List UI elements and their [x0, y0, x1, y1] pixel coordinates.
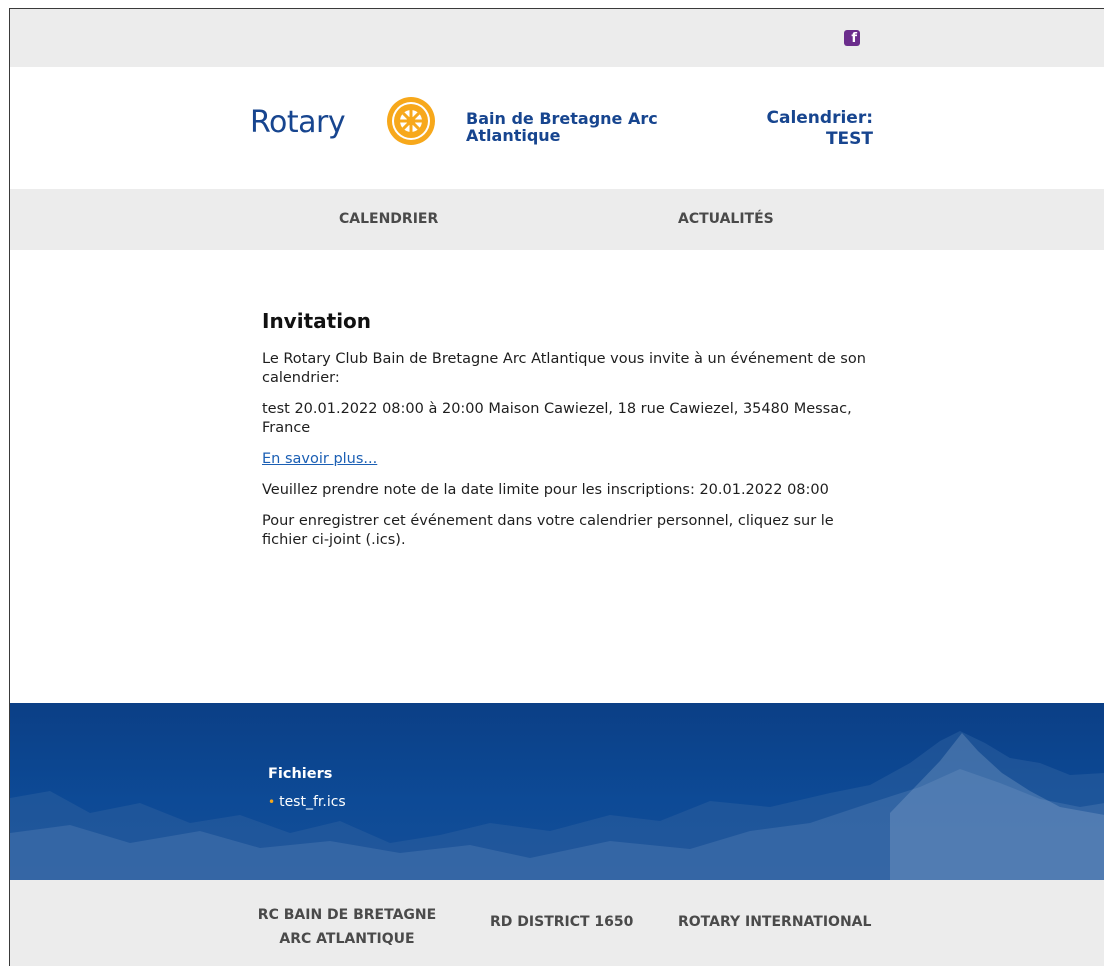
facebook-icon[interactable]: f: [844, 30, 860, 46]
files-heading: Fichiers: [268, 766, 333, 782]
file-name: test_fr.ics: [279, 794, 346, 810]
files-section: Fichiers • test_fr.ics: [10, 703, 1104, 880]
footer-link-club-line2: ARC ATLANTIQUE: [279, 931, 415, 947]
mountain-background: [10, 731, 1104, 880]
more-info-link[interactable]: En savoir plus...: [262, 450, 377, 469]
bullet-icon: •: [268, 795, 276, 809]
ics-note: Pour enregistrer cet événement dans votr…: [262, 513, 834, 548]
invitation-content: Invitation Le Rotary Club Bain de Bretag…: [262, 309, 882, 562]
footer-link-rotary-international[interactable]: ROTARY INTERNATIONAL: [678, 914, 871, 930]
club-name: Bain de Bretagne Arc Atlantique: [466, 109, 658, 145]
file-link[interactable]: • test_fr.ics: [268, 794, 346, 810]
nav-item-actualites[interactable]: ACTUALITÉS: [678, 211, 774, 227]
calendar-label-prefix: Calendrier:: [766, 108, 874, 128]
top-bar: f: [10, 9, 1104, 67]
email-frame: f Rotary Bain de Bretagne Arc Atlantique: [9, 8, 1104, 966]
footer-link-club[interactable]: RC BAIN DE BRETAGNE ARC ATLANTIQUE: [242, 903, 452, 951]
rotary-wheel-icon: [387, 97, 435, 145]
footer-link-district[interactable]: RD DISTRICT 1650: [490, 914, 633, 930]
event-details: test 20.01.2022 08:00 à 20:00 Maison Caw…: [262, 401, 852, 436]
rotary-logo-word: Rotary: [250, 105, 346, 140]
calendar-label: Calendrier: TEST: [710, 108, 874, 150]
deadline-text: Veuillez prendre note de la date limite …: [262, 482, 829, 498]
intro-text: Le Rotary Club Bain de Bretagne Arc Atla…: [262, 351, 866, 386]
nav-item-calendrier[interactable]: CALENDRIER: [339, 211, 438, 227]
footer: RC BAIN DE BRETAGNE ARC ATLANTIQUE RD DI…: [10, 880, 1104, 966]
footer-link-club-line1: RC BAIN DE BRETAGNE: [257, 907, 437, 923]
calendar-name: TEST: [825, 129, 873, 149]
page-title: Invitation: [262, 309, 372, 333]
header: Rotary Bain de Bretagne Arc Atlantique C…: [10, 67, 1104, 189]
main-nav: CALENDRIER ACTUALITÉS: [10, 189, 1104, 250]
